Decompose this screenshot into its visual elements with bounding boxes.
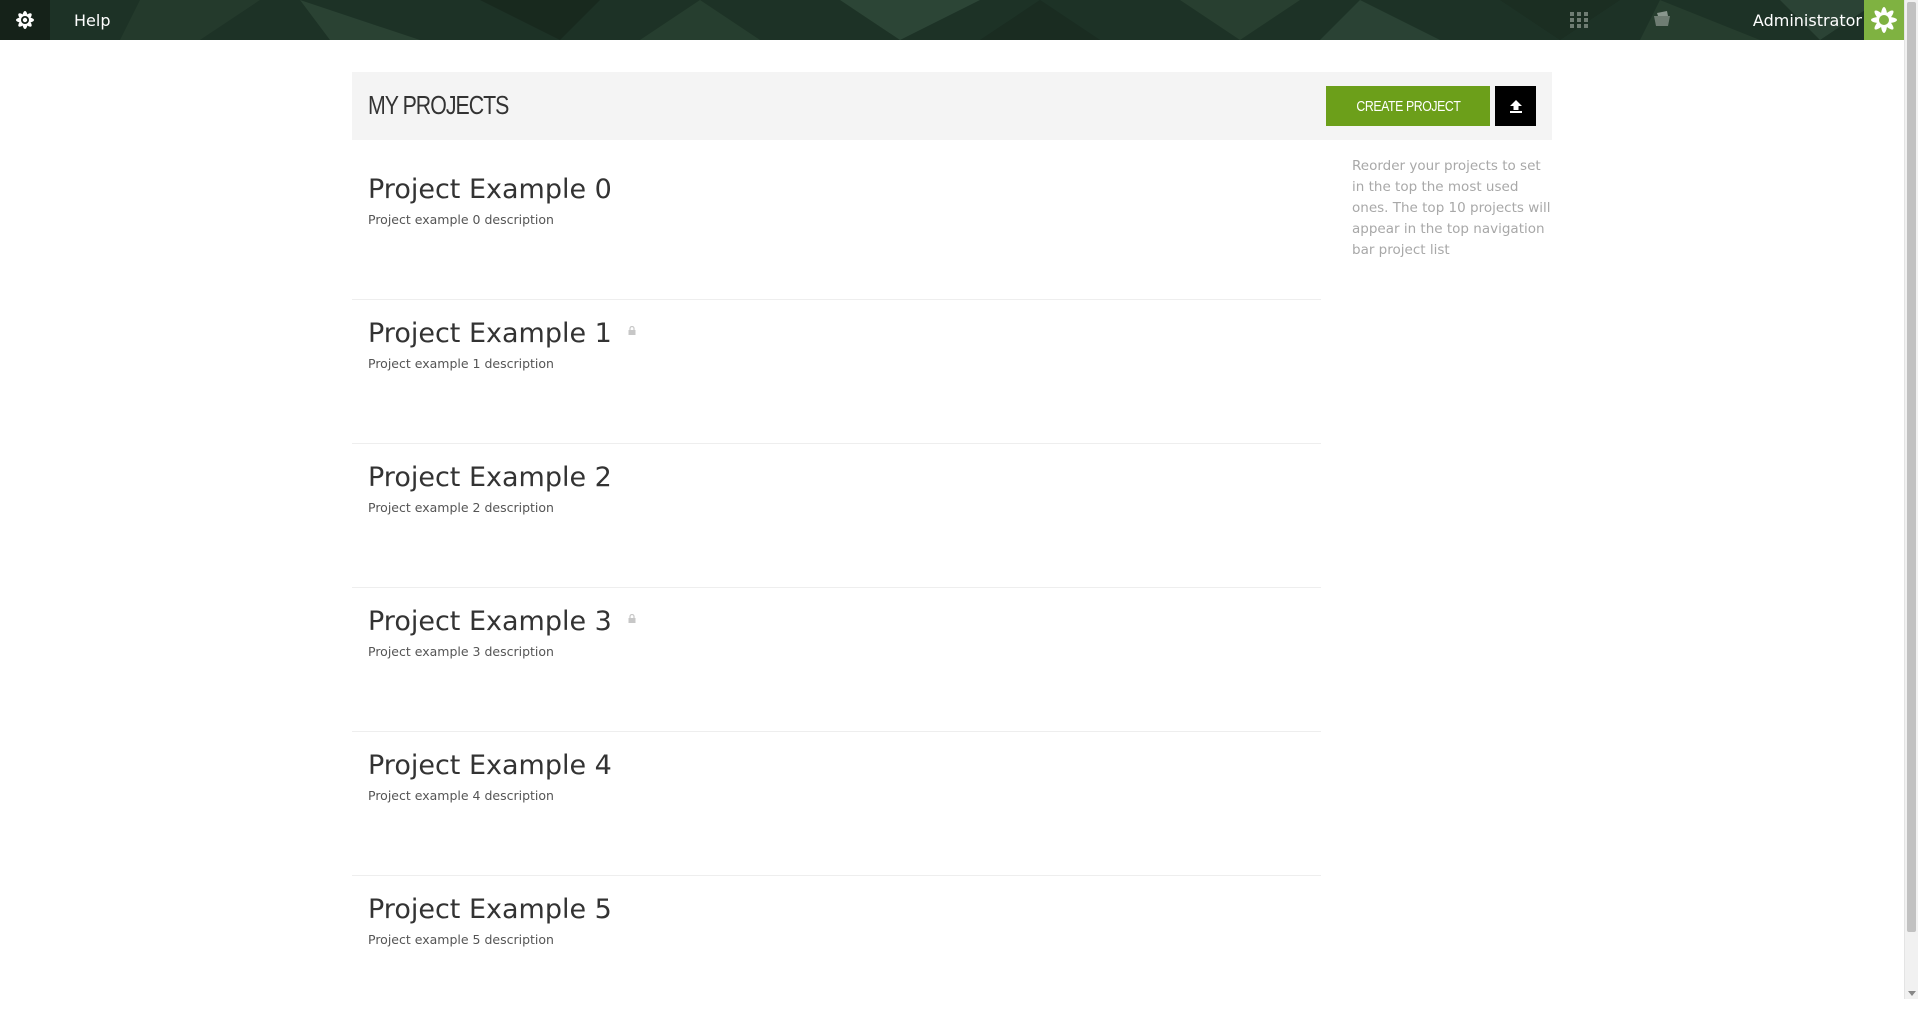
projects-header: MY PROJECTS CREATE PROJECT — [352, 72, 1552, 140]
import-project-button[interactable] — [1495, 86, 1536, 126]
project-name-wrap: Project Example 2 — [368, 462, 612, 493]
page-title: MY PROJECTS — [368, 90, 509, 120]
project-name[interactable]: Project Example 0 — [368, 174, 612, 205]
inbox-icon[interactable] — [1651, 10, 1673, 28]
project-description: Project example 2 description — [368, 500, 554, 515]
project-item[interactable]: Project Example 4 Project example 4 desc… — [352, 732, 1321, 876]
project-item[interactable]: Project Example 5 Project example 5 desc… — [352, 876, 1321, 1020]
avatar[interactable] — [1864, 0, 1904, 40]
project-name-wrap: Project Example 3 — [368, 606, 636, 637]
project-name[interactable]: Project Example 4 — [368, 750, 612, 781]
reorder-hint: Reorder your projects to set in the top … — [1352, 158, 1551, 258]
logo-icon — [16, 11, 34, 29]
avatar-icon — [1871, 7, 1897, 33]
user-name[interactable]: Administrator — [1753, 11, 1862, 30]
project-description: Project example 4 description — [368, 788, 554, 803]
help-link[interactable]: Help — [74, 11, 110, 30]
project-name[interactable]: Project Example 1 — [368, 318, 612, 349]
project-list: Project Example 0 Project example 0 desc… — [352, 156, 1321, 1020]
project-item[interactable]: Project Example 1 Project example 1 desc… — [352, 300, 1321, 444]
project-name-wrap: Project Example 5 — [368, 894, 612, 925]
top-navigation-bar: Help Administrator — [0, 0, 1904, 40]
create-project-button[interactable]: CREATE PROJECT — [1326, 86, 1490, 126]
apps-grid-icon[interactable] — [1568, 10, 1590, 30]
project-name-wrap: Project Example 4 — [368, 750, 612, 781]
project-name[interactable]: Project Example 2 — [368, 462, 612, 493]
scrollbar-thumb[interactable] — [1907, 2, 1916, 932]
create-project-label: CREATE PROJECT — [1355, 97, 1461, 115]
project-description: Project example 1 description — [368, 356, 554, 371]
project-description: Project example 0 description — [368, 212, 554, 227]
project-description: Project example 3 description — [368, 644, 554, 659]
project-description: Project example 5 description — [368, 932, 554, 947]
project-item[interactable]: Project Example 0 Project example 0 desc… — [352, 156, 1321, 300]
logo-button[interactable] — [0, 0, 50, 40]
upload-icon — [1509, 100, 1522, 113]
lock-icon — [628, 326, 636, 335]
project-name-wrap: Project Example 0 — [368, 174, 612, 205]
lock-icon — [628, 614, 636, 623]
project-name-wrap: Project Example 1 — [368, 318, 636, 349]
topbar-background-pattern — [120, 0, 1880, 40]
project-name[interactable]: Project Example 5 — [368, 894, 612, 925]
project-name[interactable]: Project Example 3 — [368, 606, 612, 637]
project-item[interactable]: Project Example 3 Project example 3 desc… — [352, 588, 1321, 732]
project-item[interactable]: Project Example 2 Project example 2 desc… — [352, 444, 1321, 588]
vertical-scrollbar[interactable] — [1904, 0, 1918, 999]
scroll-down-arrow-icon[interactable] — [1908, 991, 1916, 996]
